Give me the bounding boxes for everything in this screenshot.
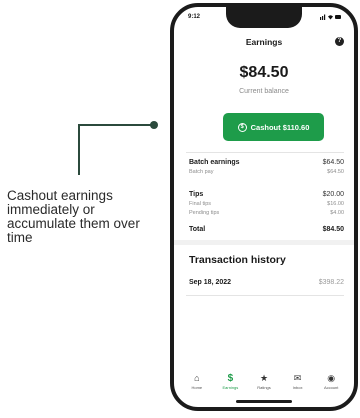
status-time: 9:12 (188, 14, 201, 20)
callout-line-vertical (78, 125, 80, 175)
tab-label: Earnings (222, 385, 239, 390)
tab-account[interactable]: ◉ Account (317, 373, 345, 405)
total-label: Total (189, 226, 206, 233)
pending-tips-value: $4.00 (330, 210, 344, 216)
cashout-button[interactable]: $ Cashout $110.60 (223, 113, 324, 141)
tab-home[interactable]: ⌂ Home (183, 373, 211, 405)
balance-label: Current balance (239, 88, 289, 95)
signal-wifi-battery-icon (320, 14, 341, 20)
tab-label: Inbox (292, 385, 303, 390)
question-icon[interactable]: ? (335, 37, 344, 46)
tab-label: Ratings (257, 385, 271, 390)
batch-pay-row: Batch pay $64.50 (189, 169, 344, 175)
dollar-circle-icon: $ (237, 122, 247, 132)
callout-line-horizontal (78, 124, 153, 126)
status-icons (320, 13, 342, 22)
transaction-date: Sep 18, 2022 (189, 279, 232, 286)
total-value: $84.50 (322, 226, 344, 233)
transaction-row[interactable]: Sep 18, 2022 $398.22 (189, 279, 344, 286)
screen-title: Earnings (245, 37, 283, 47)
transaction-history-title: Transaction history (189, 254, 286, 266)
divider (186, 295, 344, 296)
batch-earnings-value: $64.50 (322, 159, 344, 166)
home-icon: ⌂ (194, 373, 200, 383)
star-icon: ★ (259, 373, 269, 383)
tips-row: Tips $20.00 (189, 191, 344, 198)
phone-notch (226, 7, 302, 28)
balance-amount: $84.50 (239, 64, 289, 81)
final-tips-label: Final tips (189, 201, 212, 207)
pending-tips-row: Pending tips $4.00 (189, 210, 344, 216)
tips-label: Tips (189, 191, 204, 198)
section-separator (174, 240, 354, 245)
tab-label: Account (323, 385, 339, 390)
batch-pay-value: $64.50 (327, 169, 344, 175)
pending-tips-label: Pending tips (189, 210, 220, 216)
final-tips-row: Final tips $16.00 (189, 201, 344, 207)
phone-frame: 9:12 Earnings ? $84.50 Current balance $… (170, 3, 358, 411)
batch-pay-label: Batch pay (189, 169, 214, 175)
dollar-icon: $ (227, 373, 234, 384)
batch-earnings-label: Batch earnings (189, 159, 240, 166)
feature-caption: Cashout earnings immediately or accumula… (7, 188, 140, 245)
account-icon: ◉ (327, 373, 336, 383)
home-indicator (236, 400, 292, 403)
tips-value: $20.00 (322, 191, 344, 198)
batch-earnings-row: Batch earnings $64.50 (189, 159, 344, 166)
callout-dot (150, 121, 158, 129)
inbox-icon: ✉ (293, 373, 302, 383)
transaction-amount: $398.22 (318, 279, 344, 286)
final-tips-value: $16.00 (327, 201, 344, 207)
cashout-label: Cashout $110.60 (250, 122, 310, 132)
divider (186, 152, 344, 153)
total-row: Total $84.50 (189, 226, 344, 233)
tab-label: Home (191, 385, 203, 390)
